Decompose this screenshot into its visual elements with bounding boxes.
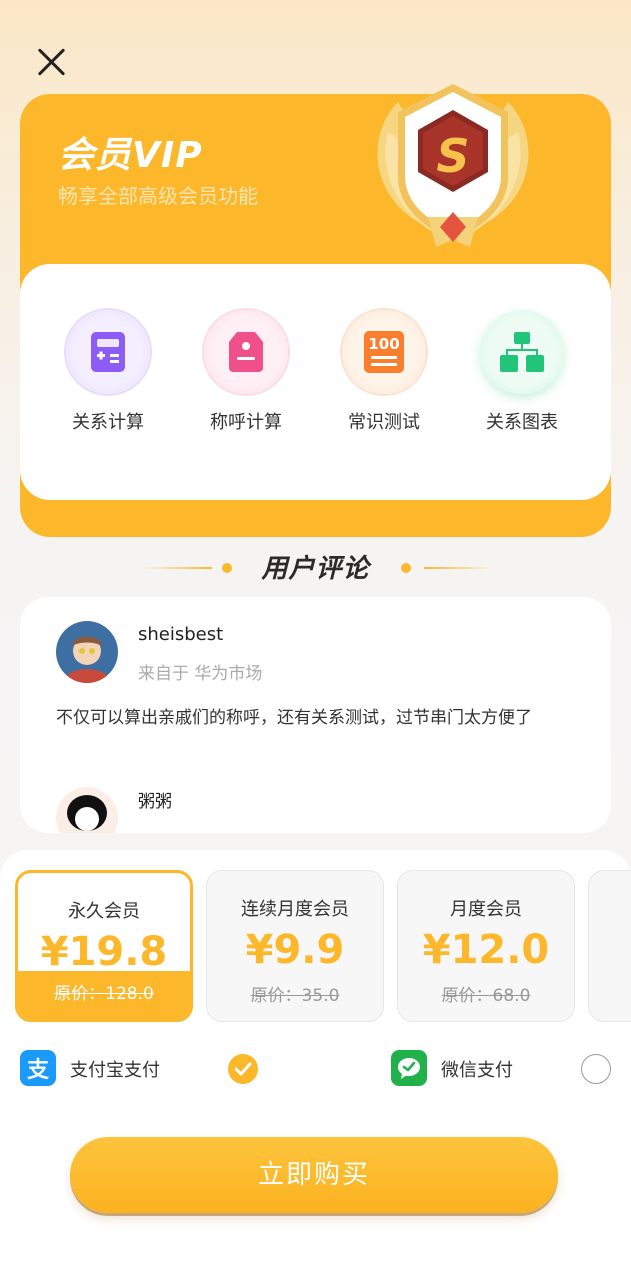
feature-knowledge-test[interactable]: 100 常识测试 — [324, 310, 444, 434]
vip-title: 会员VIP — [58, 135, 203, 176]
org-chart-icon — [480, 310, 564, 394]
wechat-pay-icon — [391, 1050, 427, 1086]
payment-label: 微信支付 — [441, 1060, 513, 1081]
review-source: 来自于 华为市场 — [138, 664, 263, 684]
avatar — [56, 787, 118, 833]
alipay-icon: 支 — [20, 1050, 56, 1086]
plan-original-price: 原价：68.0 — [441, 986, 531, 1006]
score-100-icon: 100 — [342, 310, 426, 394]
calculator-icon — [66, 310, 150, 394]
buy-now-button[interactable]: 立即购买 — [70, 1137, 558, 1213]
vip-badge-icon: S — [377, 84, 529, 247]
vip-card: 会员VIP 畅享全部高级会员功能 S 关系计算 称呼计算 100 常识测试 关系… — [20, 84, 611, 537]
dot — [401, 563, 411, 573]
review-card: sheisbest 来自于 华为市场 不仅可以算出亲戚们的称呼，还有关系测试，过… — [20, 597, 611, 833]
feature-address-calc[interactable]: 称呼计算 — [186, 310, 306, 434]
plan-name: 连续月度会员 — [241, 899, 349, 920]
payment-label: 支付宝支付 — [70, 1060, 160, 1081]
plan-lifetime[interactable]: 永久会员 ¥19.8 原价：128.0 — [15, 870, 193, 1022]
plan-monthly[interactable]: 月度会员 ¥12.0 原价：68.0 — [397, 870, 575, 1022]
radio-checked-icon[interactable] — [228, 1054, 258, 1084]
plan-next-partial[interactable] — [588, 870, 631, 1022]
plan-price: ¥12.0 — [422, 927, 550, 973]
divider — [424, 567, 494, 569]
feature-label: 常识测试 — [348, 412, 420, 433]
reviews-heading: 用户评论 — [0, 548, 631, 588]
avatar — [56, 621, 118, 683]
feature-label: 关系计算 — [72, 412, 144, 433]
reviewer-name: sheisbest — [138, 624, 224, 645]
feature-panel: 关系计算 称呼计算 100 常识测试 关系图表 — [20, 264, 611, 500]
close-icon[interactable] — [36, 46, 68, 78]
plan-name: 月度会员 — [450, 899, 522, 920]
feature-relationship-calc[interactable]: 关系计算 — [48, 310, 168, 434]
feature-label: 关系图表 — [486, 412, 558, 433]
plan-name: 永久会员 — [68, 901, 140, 922]
reviewer-name: 粥粥 — [138, 792, 172, 812]
svg-text:S: S — [436, 129, 469, 183]
purchase-panel: 永久会员 ¥19.8 原价：128.0 连续月度会员 ¥9.9 原价：35.0 … — [0, 850, 631, 1280]
payment-alipay[interactable]: 支 支付宝支付 — [20, 1050, 270, 1088]
payment-wechat[interactable]: 微信支付 — [391, 1050, 611, 1088]
plan-price: ¥9.9 — [245, 927, 345, 973]
plan-original-price: 原价：128.0 — [18, 971, 190, 1019]
reviews-title: 用户评论 — [261, 554, 370, 584]
tag-icon — [204, 310, 288, 394]
plan-price: ¥19.8 — [40, 929, 168, 975]
svg-text:100: 100 — [368, 335, 399, 353]
plan-continuous-monthly[interactable]: 连续月度会员 ¥9.9 原价：35.0 — [206, 870, 384, 1022]
review-text: 不仅可以算出亲戚们的称呼，还有关系测试，过节串门太方便了 — [56, 708, 532, 728]
feature-label: 称呼计算 — [210, 412, 282, 433]
radio-unchecked-icon[interactable] — [581, 1054, 611, 1084]
vip-subtitle: 畅享全部高级会员功能 — [58, 184, 258, 208]
plan-original-price: 原价：35.0 — [250, 986, 340, 1006]
feature-relation-chart[interactable]: 关系图表 — [462, 310, 582, 434]
